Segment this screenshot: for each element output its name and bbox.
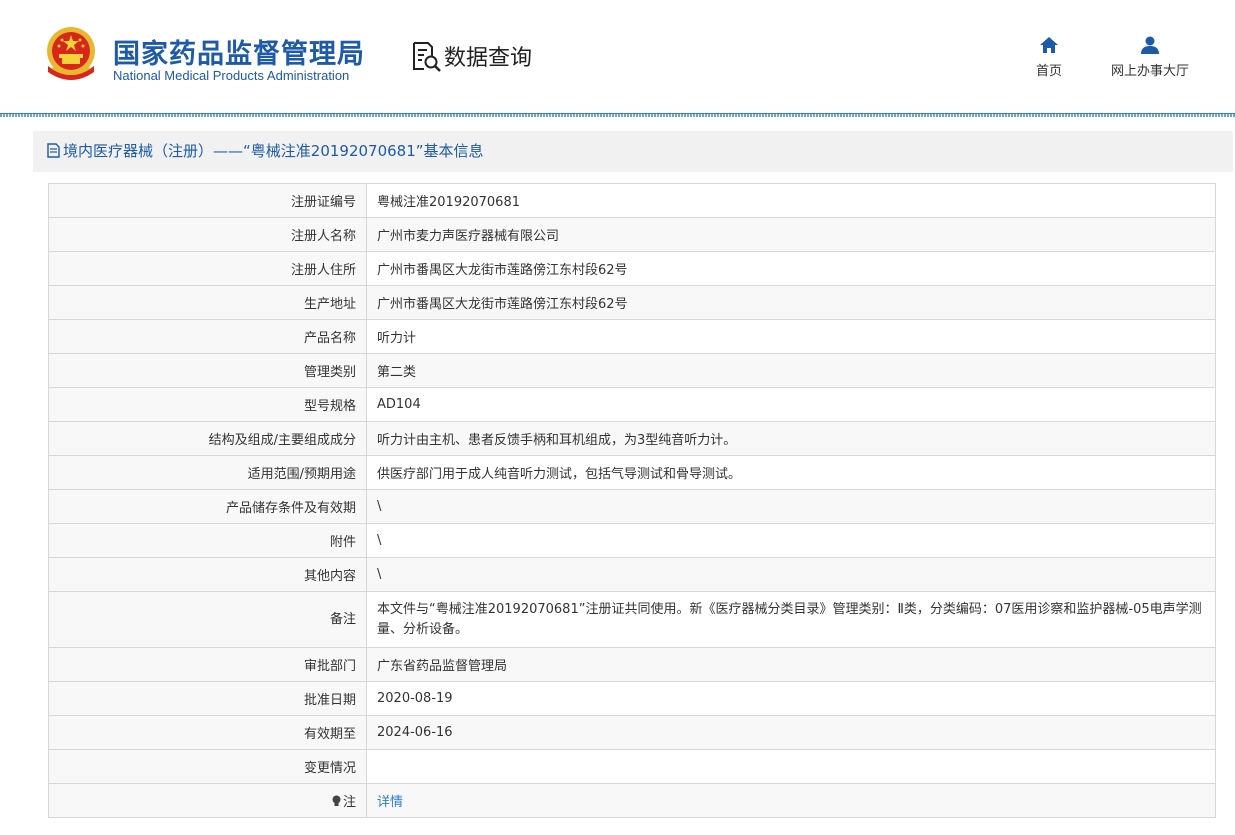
field-label: 审批部门 (48, 647, 367, 682)
field-label: 附件 (48, 523, 367, 558)
table-row: 生产地址 广州市番禺区大龙街市莲路傍江东村段62号 (48, 285, 1216, 320)
nav-online-office[interactable]: 网上办事大厅 (1102, 36, 1198, 79)
table-row: 产品储存条件及有效期 \ (48, 489, 1216, 524)
field-label: 注册人住所 (48, 251, 367, 286)
field-value: 详情 (366, 783, 1216, 818)
field-value: 听力计由主机、患者反馈手柄和耳机组成，为3型纯音听力计。 (366, 421, 1216, 456)
table-row: 注 详情 (48, 783, 1216, 818)
table-row: 注册人名称 广州市麦力声医疗器械有限公司 (48, 217, 1216, 252)
document-icon (47, 143, 60, 158)
field-label: 备注 (48, 591, 367, 648)
site-header: 国家药品监督管理局 National Medical Products Admi… (0, 0, 1235, 113)
table-row: 批准日期 2020-08-19 (48, 681, 1216, 716)
field-label: 产品名称 (48, 319, 367, 354)
table-row: 注册人住所 广州市番禺区大龙街市莲路傍江东村段62号 (48, 251, 1216, 286)
field-label: 适用范围/预期用途 (48, 455, 367, 490)
field-label: 结构及组成/主要组成成分 (48, 421, 367, 456)
data-query-title: 数据查询 (410, 40, 532, 72)
table-row: 注册证编号 粤械注准20192070681 (48, 183, 1216, 218)
info-table: 注册证编号 粤械注准20192070681 注册人名称 广州市麦力声医疗器械有限… (48, 183, 1216, 818)
data-query-label: 数据查询 (444, 46, 533, 71)
table-row: 产品名称 听力计 (48, 319, 1216, 354)
field-value: 粤械注准20192070681 (366, 183, 1216, 218)
document-search-icon (413, 42, 441, 72)
field-value: 供医疗部门用于成人纯音听力测试，包括气导测试和骨导测试。 (366, 455, 1216, 490)
table-row: 结构及组成/主要组成成分 听力计由主机、患者反馈手柄和耳机组成，为3型纯音听力计… (48, 421, 1216, 456)
details-link[interactable]: 详情 (377, 795, 403, 810)
field-label: 注册证编号 (48, 183, 367, 218)
field-value: \ (366, 557, 1216, 592)
table-row: 适用范围/预期用途 供医疗部门用于成人纯音听力测试，包括气导测试和骨导测试。 (48, 455, 1216, 490)
field-value: 第二类 (366, 353, 1216, 388)
field-value: AD104 (366, 387, 1216, 422)
nav-online-office-label: 网上办事大厅 (1110, 64, 1189, 79)
user-icon (1141, 36, 1159, 54)
field-label: 有效期至 (48, 715, 367, 750)
table-row: 审批部门 广东省药品监督管理局 (48, 647, 1216, 682)
table-row: 其他内容 \ (48, 557, 1216, 592)
org-name-cn: 国家药品监督管理局 (113, 39, 365, 70)
panel-body: 注册证编号 粤械注准20192070681 注册人名称 广州市麦力声医疗器械有限… (33, 172, 1233, 835)
table-row: 有效期至 2024-06-16 (48, 715, 1216, 750)
field-value: 广州市番禺区大龙街市莲路傍江东村段62号 (366, 285, 1216, 320)
field-value: \ (366, 523, 1216, 558)
org-name-en: National Medical Products Administration (113, 68, 350, 83)
field-label: 管理类别 (48, 353, 367, 388)
nav-home-label: 首页 (1035, 64, 1062, 79)
field-value (366, 749, 1216, 784)
field-label: 变更情况 (48, 749, 367, 784)
detail-panel: 境内医疗器械（注册）——“粤械注准20192070681”基本信息 注册证编号 … (33, 131, 1233, 835)
table-row: 附件 \ (48, 523, 1216, 558)
field-label: 注册人名称 (48, 217, 367, 252)
lightbulb-icon (332, 795, 341, 806)
field-value: 广州市麦力声医疗器械有限公司 (366, 217, 1216, 252)
field-value: 本文件与“粤械注准20192070681”注册证共同使用。新《医疗器械分类目录》… (366, 591, 1216, 648)
field-value: 2024-06-16 (366, 715, 1216, 750)
header-divider (0, 113, 1235, 117)
table-row: 变更情况 (48, 749, 1216, 784)
field-value: 广州市番禺区大龙街市莲路傍江东村段62号 (366, 251, 1216, 286)
note-label-cell: 注 (48, 783, 367, 818)
table-row: 管理类别 第二类 (48, 353, 1216, 388)
field-value: 广东省药品监督管理局 (366, 647, 1216, 682)
field-label: 注 (342, 795, 356, 810)
panel-title: 境内医疗器械（注册）——“粤械注准20192070681”基本信息 (33, 131, 1233, 172)
table-row: 型号规格 AD104 (48, 387, 1216, 422)
panel-title-text: 境内医疗器械（注册）——“粤械注准20192070681”基本信息 (63, 142, 484, 160)
field-label: 其他内容 (48, 557, 367, 592)
nav-home[interactable]: 首页 (1030, 36, 1068, 79)
field-label: 产品储存条件及有效期 (48, 489, 367, 524)
field-label: 生产地址 (48, 285, 367, 320)
field-label: 型号规格 (48, 387, 367, 422)
field-label: 批准日期 (48, 681, 367, 716)
field-value: 听力计 (366, 319, 1216, 354)
national-emblem-icon (47, 27, 95, 80)
home-icon (1040, 37, 1058, 53)
table-row: 备注 本文件与“粤械注准20192070681”注册证共同使用。新《医疗器械分类… (48, 591, 1216, 648)
field-value: \ (366, 489, 1216, 524)
field-value: 2020-08-19 (366, 681, 1216, 716)
